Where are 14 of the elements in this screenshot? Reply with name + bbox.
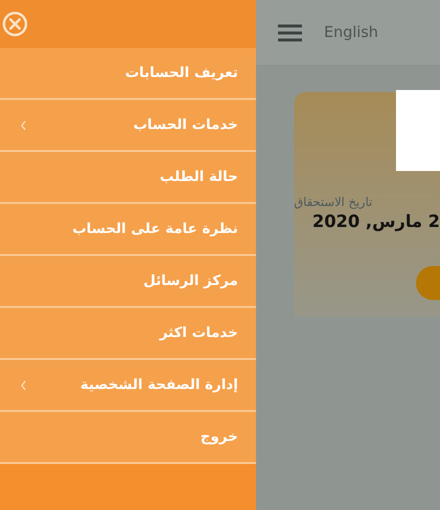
menu-item[interactable]: حالة الطلب bbox=[0, 152, 256, 204]
close-icon[interactable] bbox=[2, 11, 28, 37]
menu-item[interactable]: إدارة الصفحة الشخصية bbox=[0, 360, 256, 412]
language-link[interactable]: English bbox=[324, 21, 378, 44]
chevron-icon bbox=[20, 120, 27, 130]
due-date: 2 مارس, 2020 bbox=[312, 211, 440, 234]
menu-item[interactable]: نظرة عامة على الحساب bbox=[0, 204, 256, 256]
due-date-label: تاريخ الاستحقاق bbox=[294, 194, 372, 211]
chevron-icon bbox=[20, 380, 27, 390]
menu-item[interactable]: خدمات اكثر bbox=[0, 308, 256, 360]
menu-item[interactable]: خدمات الحساب bbox=[0, 100, 256, 152]
menu-item[interactable]: مركز الرسائل bbox=[0, 256, 256, 308]
menu-item[interactable]: تعريف الحسابات bbox=[0, 48, 256, 100]
menu-icon[interactable] bbox=[278, 24, 302, 42]
